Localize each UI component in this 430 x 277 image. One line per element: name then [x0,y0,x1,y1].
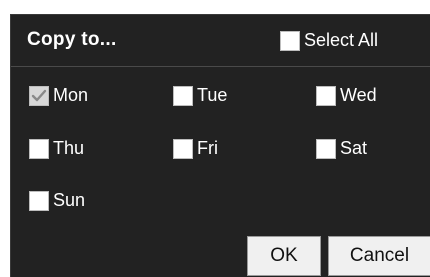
checkbox-box-sun[interactable] [29,190,49,211]
day-label-wed: Wed [340,85,377,105]
day-label-sat: Sat [340,138,368,158]
select-all-box[interactable] [280,30,300,51]
copy-to-dialog: Copy to... Select All Mon Tue Wed Thu Fr… [10,14,430,277]
day-checkbox-wed[interactable]: Wed [316,85,377,106]
checkmark-icon [31,89,47,101]
checkbox-box-fri[interactable] [173,138,193,159]
select-all-checkbox[interactable]: Select All [280,30,378,51]
day-checkbox-mon[interactable]: Mon [29,85,88,106]
day-label-thu: Thu [53,138,85,158]
ok-button[interactable]: OK [247,236,321,276]
checkbox-box-thu[interactable] [29,138,49,159]
day-checkbox-sun[interactable]: Sun [29,190,85,211]
checkbox-box-tue[interactable] [173,85,193,106]
checkbox-box-mon[interactable] [29,85,49,106]
header-divider [11,66,430,67]
checkbox-box-sat[interactable] [316,138,336,159]
day-label-tue: Tue [197,85,228,105]
select-all-label: Select All [304,30,379,50]
day-checkbox-fri[interactable]: Fri [173,138,218,159]
day-checkbox-tue[interactable]: Tue [173,85,227,106]
day-label-mon: Mon [53,85,89,105]
dialog-title: Copy to... [27,29,117,50]
cancel-button[interactable]: Cancel [328,236,430,276]
day-label-fri: Fri [197,138,218,158]
day-label-sun: Sun [53,190,86,210]
day-checkbox-thu[interactable]: Thu [29,138,84,159]
day-checkbox-sat[interactable]: Sat [316,138,367,159]
checkbox-box-wed[interactable] [316,85,336,106]
dialog-header: Copy to... Select All [11,15,430,67]
